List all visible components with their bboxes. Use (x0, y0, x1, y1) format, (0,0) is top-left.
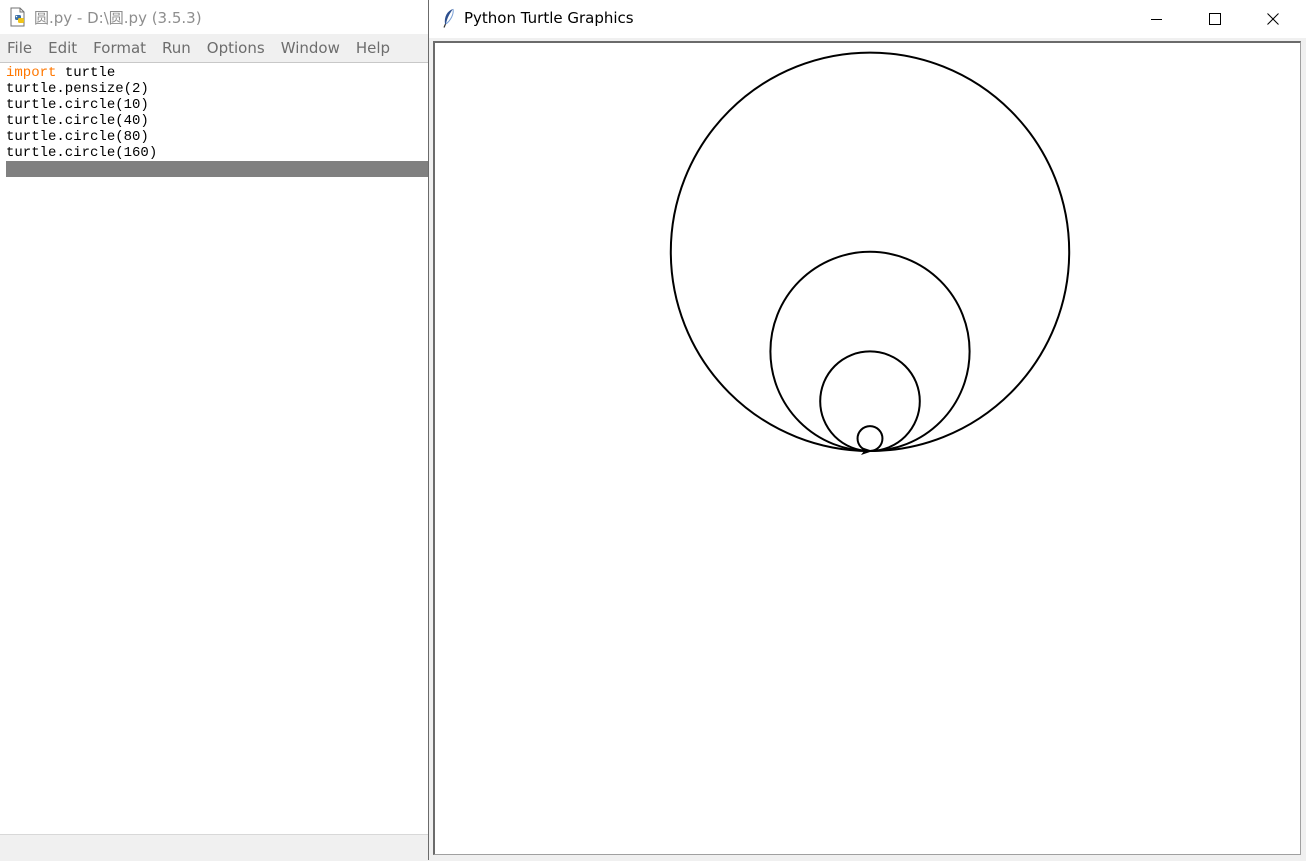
python-file-icon (8, 7, 28, 27)
menu-options[interactable]: Options (199, 36, 273, 60)
turtle-window-title: Python Turtle Graphics (464, 9, 634, 27)
close-icon (1267, 10, 1279, 29)
feather-icon (441, 8, 457, 28)
menu-format[interactable]: Format (85, 36, 154, 60)
maximize-button[interactable] (1186, 0, 1244, 38)
turtle-circle-r40 (819, 350, 921, 453)
code-text: turtle (56, 65, 116, 81)
idle-status-bar (0, 834, 430, 861)
idle-editor-window: 圆.py - D:\圆.py (3.5.3) File Edit Format … (0, 0, 430, 861)
minimize-icon (1151, 10, 1163, 29)
code-text: turtle.circle(80) (6, 129, 149, 145)
code-area[interactable]: import turtle turtle.pensize(2) turtle.c… (6, 65, 428, 177)
menu-file[interactable]: File (0, 36, 40, 60)
code-text: turtle.pensize(2) (6, 81, 149, 97)
minimize-button[interactable] (1128, 0, 1186, 38)
turtle-canvas[interactable] (435, 43, 1299, 853)
menu-window[interactable]: Window (273, 36, 348, 60)
code-line: turtle.circle(160) (6, 145, 428, 161)
maximize-icon (1209, 10, 1221, 29)
idle-menu-bar: File Edit Format Run Options Window Help (0, 36, 430, 60)
turtle-canvas-frame (433, 41, 1301, 855)
close-button[interactable] (1244, 0, 1302, 38)
code-line: turtle.pensize(2) (6, 81, 428, 97)
code-line: turtle.circle(10) (6, 97, 428, 113)
code-text: turtle.circle(40) (6, 113, 149, 129)
code-keyword: import (6, 65, 57, 81)
turtle-graphics-window: Python Turtle Graphics (428, 0, 1306, 860)
code-editor[interactable]: import turtle turtle.pensize(2) turtle.c… (0, 62, 429, 835)
turtle-title-bar[interactable]: Python Turtle Graphics (429, 0, 1306, 38)
menu-help[interactable]: Help (348, 36, 398, 60)
code-line: turtle.circle(80) (6, 129, 428, 145)
idle-window-title: 圆.py - D:\圆.py (3.5.3) (34, 8, 202, 27)
code-line: turtle.circle(40) (6, 113, 428, 129)
code-text: turtle.circle(160) (6, 145, 158, 161)
code-text: turtle.circle(10) (6, 97, 149, 113)
current-line-highlight (6, 161, 428, 177)
menu-run[interactable]: Run (154, 36, 199, 60)
code-line: import turtle (6, 65, 428, 81)
idle-title-bar[interactable]: 圆.py - D:\圆.py (3.5.3) (0, 0, 430, 34)
menu-edit[interactable]: Edit (40, 36, 85, 60)
